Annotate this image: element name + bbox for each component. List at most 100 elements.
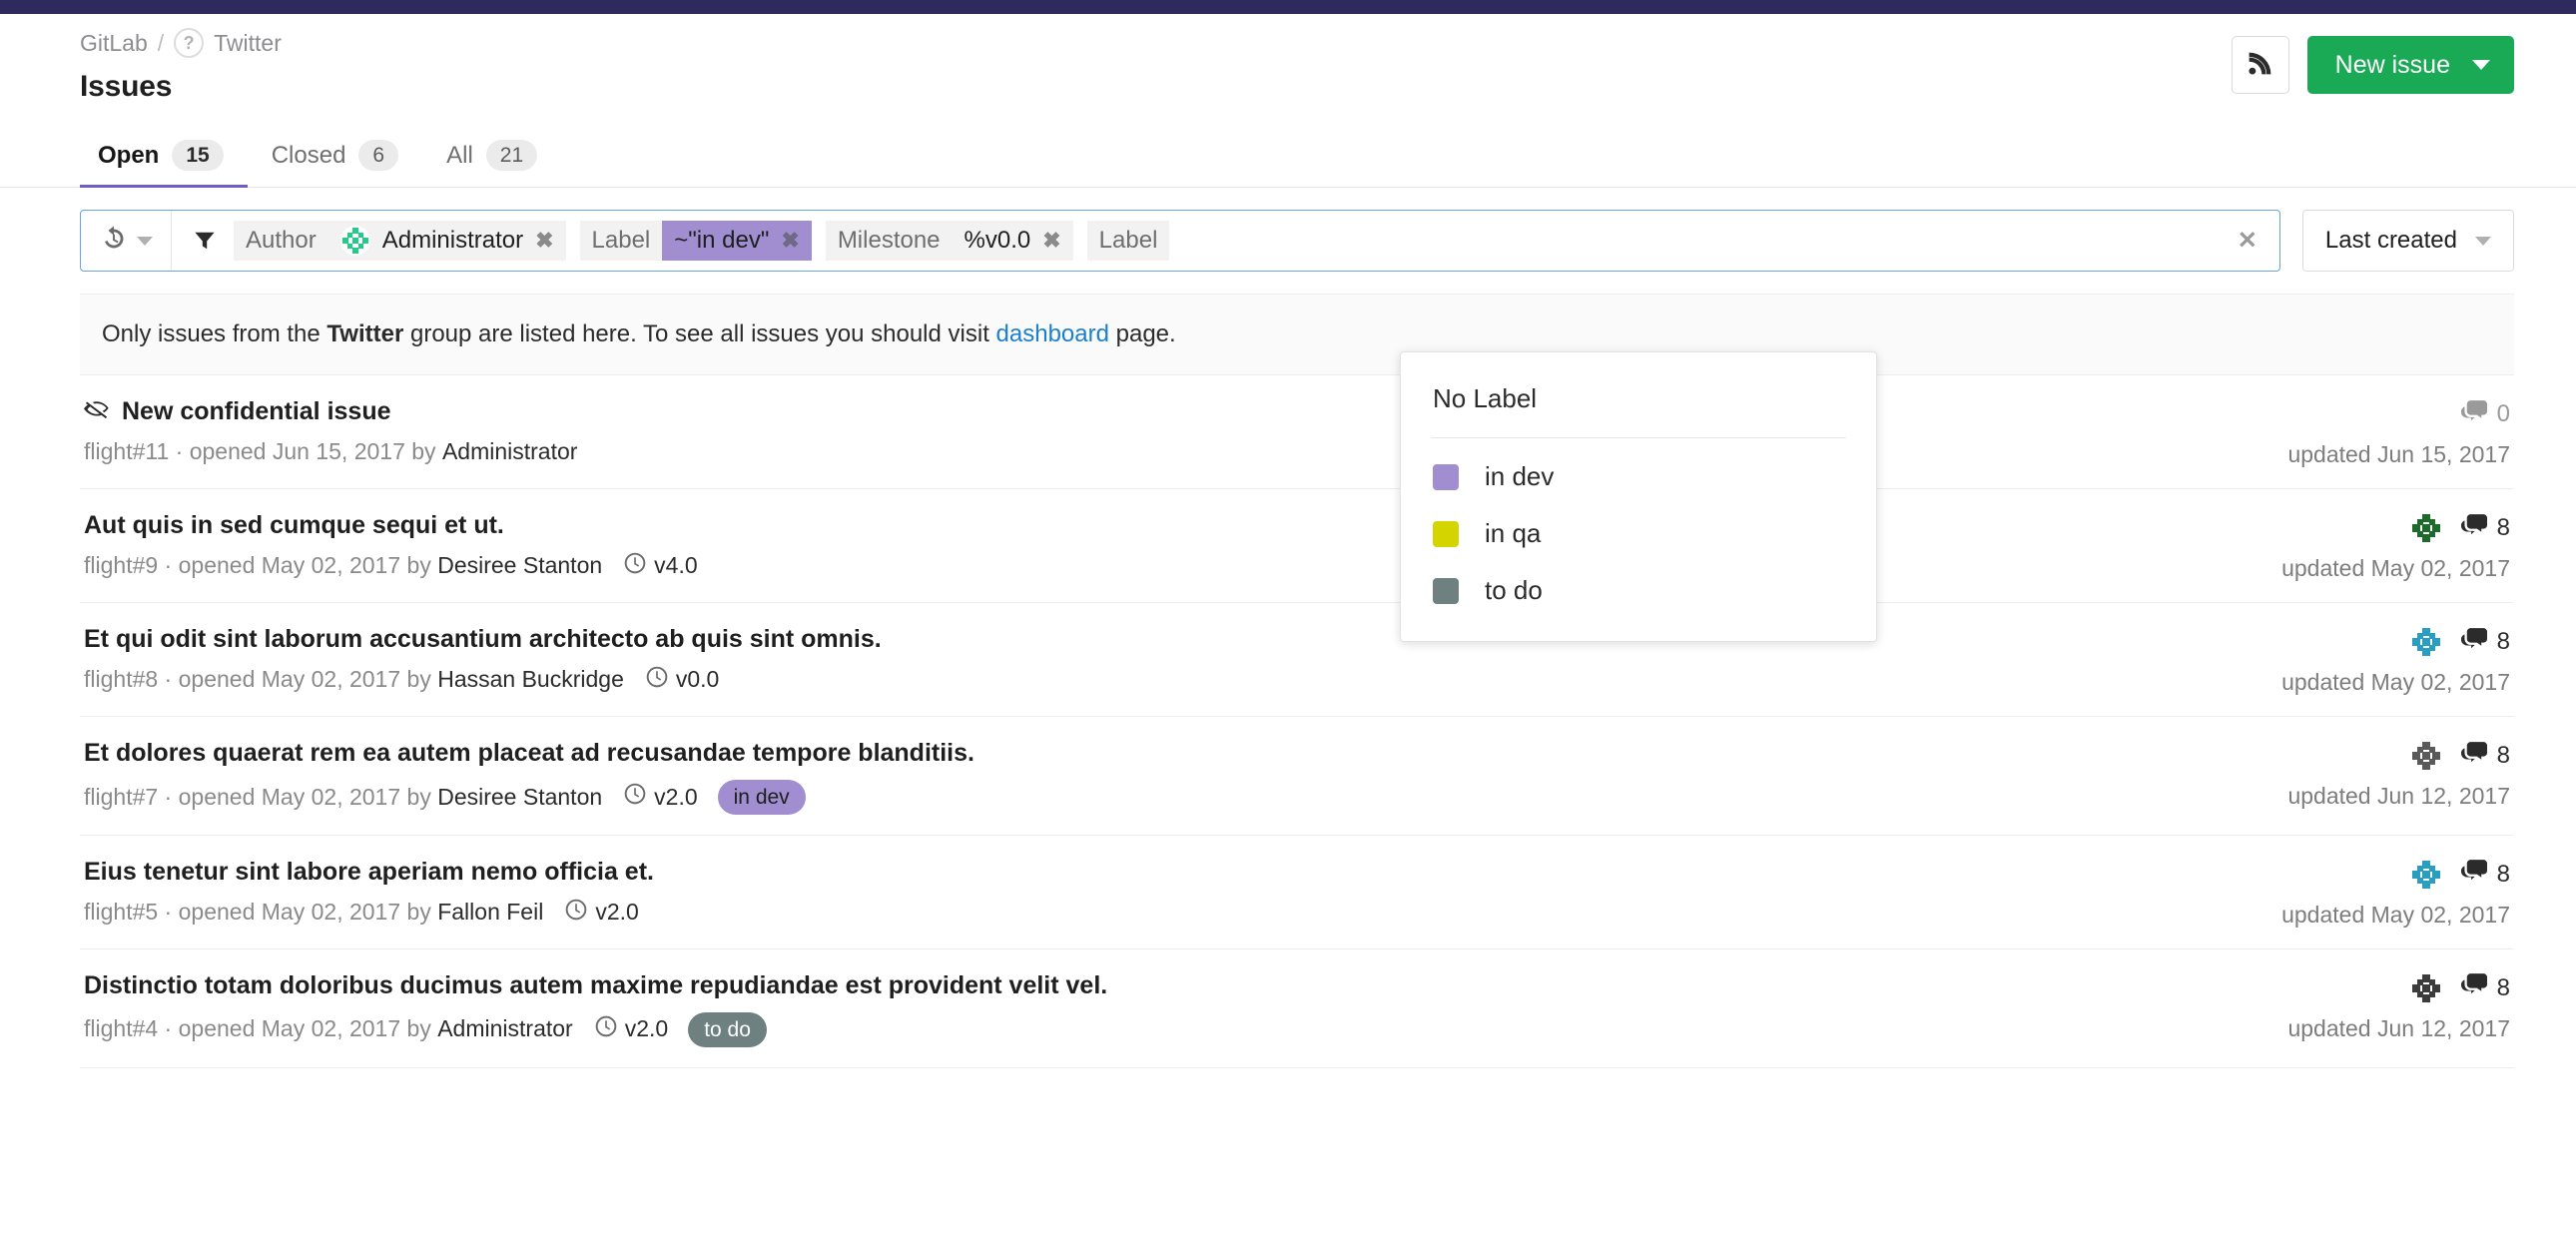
issue-main: New confidential issue flight#11 · opene… bbox=[84, 397, 577, 465]
issue-title[interactable]: Eius tenetur sint labore aperiam nemo of… bbox=[84, 858, 654, 887]
issue-title-text: Aut quis in sed cumque sequi et ut. bbox=[84, 511, 504, 539]
issue-updated-date: updated Jun 15, 2017 bbox=[2287, 441, 2510, 467]
clear-all-filters-icon[interactable]: ✕ bbox=[2238, 227, 2257, 256]
dropdown-item-no-label[interactable]: No Label bbox=[1401, 370, 1876, 427]
issue-title[interactable]: Et dolores quaerat rem ea autem placeat … bbox=[84, 739, 974, 768]
breadcrumb: GitLab / ? Twitter bbox=[80, 28, 2514, 58]
info-banner-middle: group are listed here. To see all issues… bbox=[403, 320, 996, 347]
breadcrumb-project-link[interactable]: Twitter bbox=[214, 31, 282, 55]
filter-token-label-pending[interactable]: Label bbox=[1086, 221, 1170, 261]
new-issue-label: New issue bbox=[2334, 50, 2450, 79]
issue-meta: flight#8 · opened May 02, 2017 by Hassan… bbox=[84, 666, 882, 695]
issue-by-word: by bbox=[411, 437, 436, 464]
issue-milestone[interactable]: v2.0 bbox=[565, 899, 639, 928]
issue-updated-date: updated May 02, 2017 bbox=[2281, 555, 2510, 581]
comment-count[interactable]: 8 bbox=[2460, 627, 2510, 657]
filter-token-milestone[interactable]: Milestone %v0.0 ✖ bbox=[825, 221, 1073, 261]
issue-reference[interactable]: flight#7 bbox=[84, 784, 158, 812]
dropdown-item-in-dev-label: in dev bbox=[1485, 461, 1555, 491]
info-banner-suffix: page. bbox=[1108, 320, 1176, 347]
filter-token-label-key: Label bbox=[579, 221, 663, 261]
avatar[interactable] bbox=[2410, 741, 2441, 771]
issue-milestone-text: v2.0 bbox=[654, 783, 698, 810]
issue-title[interactable]: Aut quis in sed cumque sequi et ut. bbox=[84, 511, 698, 540]
issue-author[interactable]: Hassan Buckridge bbox=[437, 666, 624, 694]
issue-milestone[interactable]: v4.0 bbox=[624, 552, 698, 581]
tab-closed[interactable]: Closed 6 bbox=[248, 140, 422, 187]
comment-count[interactable]: 8 bbox=[2460, 741, 2510, 771]
issue-reference[interactable]: flight#8 bbox=[84, 666, 158, 694]
issue-side: 8 updated May 02, 2017 bbox=[2281, 625, 2510, 696]
remove-milestone-token-icon[interactable]: ✖ bbox=[1042, 228, 1060, 254]
clock-icon bbox=[565, 899, 587, 928]
dropdown-item-to-do[interactable]: to do bbox=[1401, 562, 1876, 619]
issue-author[interactable]: Desiree Stanton bbox=[437, 552, 602, 580]
issue-author[interactable]: Fallon Feil bbox=[437, 899, 543, 927]
issue-milestone[interactable]: v2.0 bbox=[595, 1015, 668, 1044]
issue-stats: 8 bbox=[2287, 972, 2510, 1003]
filter-token-author-value: Administrator ✖ bbox=[327, 221, 566, 261]
avatar[interactable] bbox=[2410, 627, 2441, 657]
issue-title[interactable]: Et qui odit sint laborum accusantium arc… bbox=[84, 625, 882, 654]
issue-reference[interactable]: flight#4 bbox=[84, 1015, 158, 1043]
label-color-swatch-icon bbox=[1433, 577, 1459, 604]
issue-title-text: Et qui odit sint laborum accusantium arc… bbox=[84, 625, 882, 653]
issue-reference[interactable]: flight#5 bbox=[84, 899, 158, 927]
table-row[interactable]: New confidential issue flight#11 · opene… bbox=[80, 375, 2514, 489]
table-row[interactable]: Aut quis in sed cumque sequi et ut. flig… bbox=[80, 489, 2514, 603]
recent-searches-button[interactable] bbox=[81, 211, 172, 271]
table-row[interactable]: Et qui odit sint laborum accusantium arc… bbox=[80, 603, 2514, 717]
issue-side: 8 updated Jun 12, 2017 bbox=[2287, 739, 2510, 810]
dropdown-item-in-qa[interactable]: in qa bbox=[1401, 505, 1876, 562]
comment-count[interactable]: 8 bbox=[2460, 973, 2510, 1002]
filter-token-label-in-dev[interactable]: Label ~"in dev" ✖ bbox=[579, 221, 812, 261]
issue-side: 8 updated Jun 12, 2017 bbox=[2287, 971, 2510, 1042]
issue-main: Et dolores quaerat rem ea autem placeat … bbox=[84, 739, 974, 815]
avatar[interactable] bbox=[2410, 972, 2441, 1003]
tab-all[interactable]: All 21 bbox=[422, 140, 561, 187]
chevron-down-icon bbox=[2472, 60, 2490, 70]
sort-dropdown[interactable]: Last created bbox=[2301, 210, 2514, 272]
comment-count[interactable]: 8 bbox=[2460, 860, 2510, 889]
table-row[interactable]: Eius tenetur sint labore aperiam nemo of… bbox=[80, 836, 2514, 949]
filter-token-milestone-text: %v0.0 bbox=[964, 227, 1031, 254]
breadcrumb-group-link[interactable]: GitLab bbox=[80, 31, 148, 55]
label-filter-dropdown[interactable]: No Label in dev in qa to do bbox=[1400, 351, 1877, 642]
issue-milestone[interactable]: v0.0 bbox=[646, 666, 719, 695]
issue-label-badge[interactable]: to do bbox=[688, 1011, 767, 1047]
tab-open[interactable]: Open 15 bbox=[80, 140, 248, 188]
issue-milestone[interactable]: v2.0 bbox=[624, 783, 698, 812]
issue-author[interactable]: Administrator bbox=[437, 1015, 572, 1043]
filtered-search-bar[interactable]: Author Administrator ✖ Label ~"in dev" ✖ bbox=[80, 210, 2280, 272]
avatar[interactable] bbox=[2410, 513, 2441, 543]
issue-title[interactable]: New confidential issue bbox=[84, 397, 577, 426]
issue-reference[interactable]: flight#11 bbox=[84, 438, 169, 466]
new-issue-button[interactable]: New issue bbox=[2306, 36, 2514, 94]
tab-open-count: 15 bbox=[172, 140, 224, 171]
table-row[interactable]: Et dolores quaerat rem ea autem placeat … bbox=[80, 717, 2514, 836]
rss-subscribe-button[interactable] bbox=[2231, 36, 2289, 94]
avatar[interactable] bbox=[2410, 859, 2441, 890]
breadcrumb-separator: / bbox=[157, 29, 165, 56]
issue-updated-date: updated May 02, 2017 bbox=[2281, 669, 2510, 695]
remove-author-token-icon[interactable]: ✖ bbox=[535, 228, 553, 254]
table-row[interactable]: Distinctio totam doloribus ducimus autem… bbox=[80, 949, 2514, 1068]
issue-by-word: by bbox=[406, 783, 431, 810]
comment-count[interactable]: 8 bbox=[2460, 513, 2510, 543]
clock-icon bbox=[624, 783, 646, 812]
issue-author[interactable]: Administrator bbox=[442, 438, 577, 466]
dropdown-item-in-dev[interactable]: in dev bbox=[1401, 448, 1876, 505]
issue-reference[interactable]: flight#9 bbox=[84, 552, 158, 580]
comment-count[interactable]: 0 bbox=[2460, 399, 2510, 429]
remove-label-token-icon[interactable]: ✖ bbox=[781, 228, 799, 254]
dashboard-link[interactable]: dashboard bbox=[996, 320, 1109, 347]
filter-token-author[interactable]: Author Administrator ✖ bbox=[234, 221, 566, 261]
issue-title[interactable]: Distinctio totam doloribus ducimus autem… bbox=[84, 971, 1107, 1000]
filter-token-milestone-key: Milestone bbox=[825, 221, 953, 261]
issue-label-badge[interactable]: in dev bbox=[717, 779, 806, 815]
issue-opened-date: opened May 02, 2017 bbox=[178, 899, 401, 926]
issue-updated-date: updated Jun 12, 2017 bbox=[2287, 783, 2510, 809]
issue-author[interactable]: Desiree Stanton bbox=[437, 784, 602, 812]
comment-bubble-icon bbox=[2460, 741, 2487, 771]
tab-closed-label: Closed bbox=[271, 141, 346, 169]
